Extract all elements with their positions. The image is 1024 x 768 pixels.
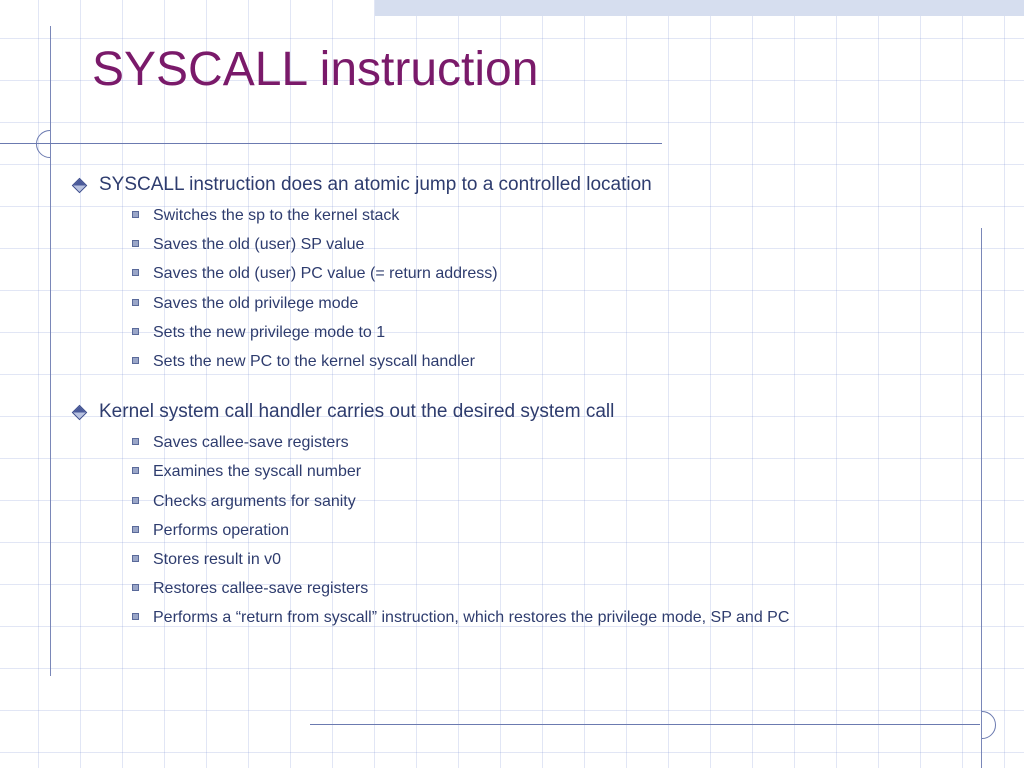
square-bullet-icon — [132, 497, 139, 504]
square-bullet-icon — [132, 240, 139, 247]
bullet-level-2: Performs operation — [132, 519, 984, 542]
bullet-text: Stores result in v0 — [153, 548, 281, 571]
bullet-level-2: Examines the syscall number — [132, 460, 984, 483]
square-bullet-icon — [132, 357, 139, 364]
diamond-bullet-icon — [72, 405, 88, 421]
slide-title: SYSCALL instruction — [92, 42, 538, 97]
square-bullet-icon — [132, 299, 139, 306]
square-bullet-icon — [132, 328, 139, 335]
bullet-level-2: Saves callee-save registers — [132, 431, 984, 454]
square-bullet-icon — [132, 555, 139, 562]
bullet-text: Performs operation — [153, 519, 289, 542]
bullet-text: Saves the old privilege mode — [153, 292, 358, 315]
section-heading: SYSCALL instruction does an atomic jump … — [99, 174, 652, 196]
bullet-level-2: Performs a “return from syscall” instruc… — [132, 606, 984, 629]
square-bullet-icon — [132, 526, 139, 533]
top-accent-bar — [375, 0, 1024, 16]
bullet-text: Sets the new PC to the kernel syscall ha… — [153, 350, 475, 373]
bullet-text: Switches the sp to the kernel stack — [153, 204, 399, 227]
bullet-text: Saves callee-save registers — [153, 431, 349, 454]
bullet-level-2: Saves the old privilege mode — [132, 292, 984, 315]
square-bullet-icon — [132, 269, 139, 276]
bullet-level-1: SYSCALL instruction does an atomic jump … — [74, 174, 984, 196]
bullet-level-2: Checks arguments for sanity — [132, 490, 984, 513]
square-bullet-icon — [132, 613, 139, 620]
bullet-level-2: Stores result in v0 — [132, 548, 984, 571]
square-bullet-icon — [132, 584, 139, 591]
slide-content: SYSCALL instruction does an atomic jump … — [74, 168, 984, 635]
bullet-level-2: Sets the new privilege mode to 1 — [132, 321, 984, 344]
square-bullet-icon — [132, 467, 139, 474]
bullet-level-1: Kernel system call handler carries out t… — [74, 401, 984, 423]
bullet-text: Examines the syscall number — [153, 460, 361, 483]
square-bullet-icon — [132, 211, 139, 218]
bullet-text: Checks arguments for sanity — [153, 490, 356, 513]
bullet-text: Saves the old (user) SP value — [153, 233, 364, 256]
square-bullet-icon — [132, 438, 139, 445]
diamond-bullet-icon — [72, 178, 88, 194]
bullet-text: Saves the old (user) PC value (= return … — [153, 262, 498, 285]
bullet-level-2: Restores callee-save registers — [132, 577, 984, 600]
bullet-level-2: Saves the old (user) SP value — [132, 233, 984, 256]
bullet-text: Sets the new privilege mode to 1 — [153, 321, 385, 344]
bullet-level-2: Saves the old (user) PC value (= return … — [132, 262, 984, 285]
bullet-text: Restores callee-save registers — [153, 577, 368, 600]
bullet-level-2: Sets the new PC to the kernel syscall ha… — [132, 350, 984, 373]
section-heading: Kernel system call handler carries out t… — [99, 401, 614, 423]
bullet-text: Performs a “return from syscall” instruc… — [153, 606, 789, 629]
bullet-level-2: Switches the sp to the kernel stack — [132, 204, 984, 227]
